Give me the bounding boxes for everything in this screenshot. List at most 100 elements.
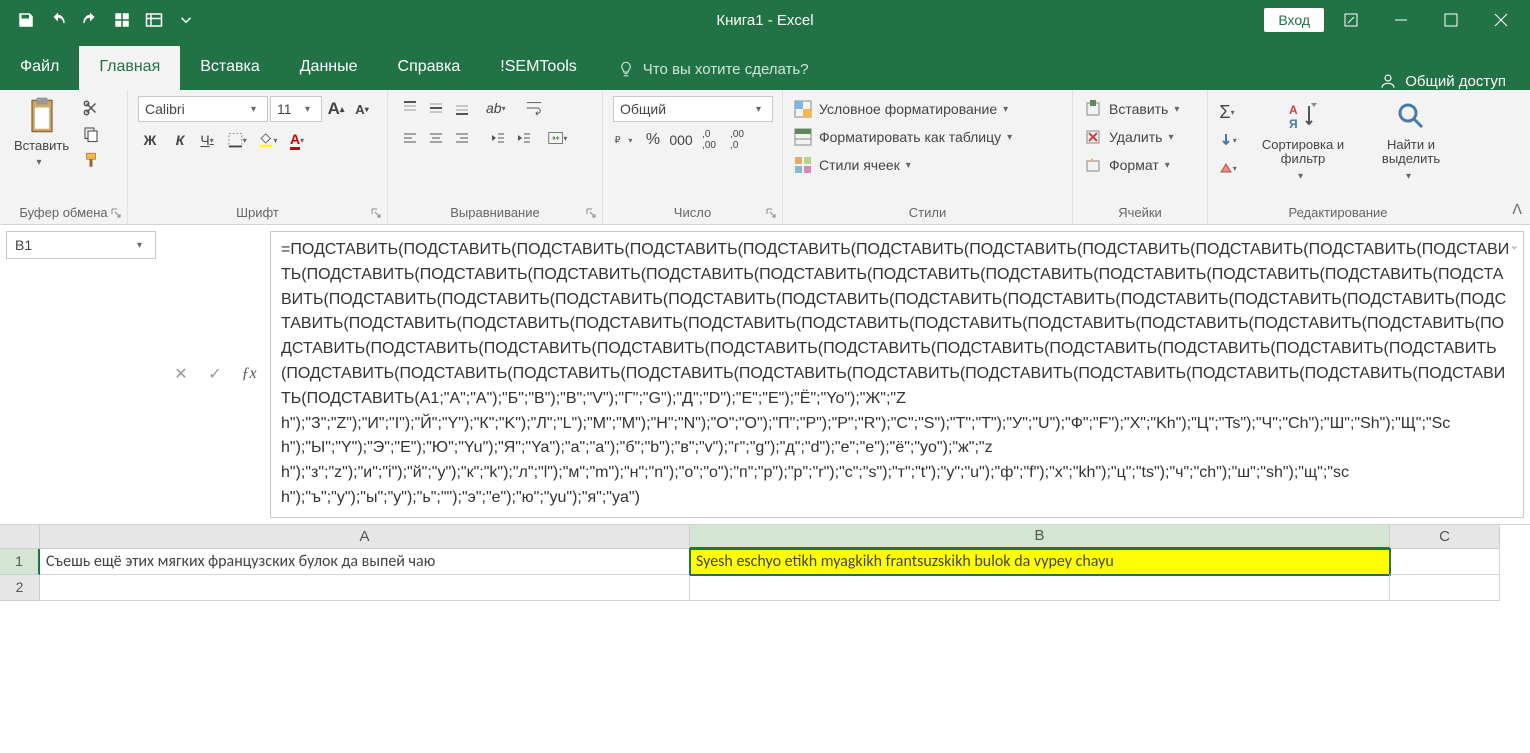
conditional-formatting-button[interactable]: Условное форматирование▾ (793, 96, 1013, 122)
ribbon: Вставить ▾ Буфер обмена Calibri▾ 11▾ A▴ … (0, 90, 1530, 225)
align-middle-button[interactable] (424, 96, 448, 120)
chevron-down-icon[interactable]: ▾ (137, 240, 147, 251)
font-name-combo[interactable]: Calibri▾ (138, 96, 268, 122)
share-button[interactable]: Общий доступ (1355, 72, 1530, 90)
font-dialog-launcher[interactable] (371, 208, 385, 222)
merge-button[interactable]: ▾ (548, 126, 572, 150)
bold-button[interactable]: Ж (138, 128, 162, 152)
editing-group-label: Редактирование (1218, 201, 1458, 220)
cut-button[interactable] (79, 96, 103, 120)
tab-home[interactable]: Главная (79, 46, 180, 90)
increase-indent-button[interactable] (512, 126, 536, 150)
decrease-decimal-button[interactable]: ,00,0 (725, 128, 749, 152)
cancel-formula-button[interactable]: ✕ (164, 360, 198, 388)
decrease-font-button[interactable]: A▾ (350, 97, 374, 121)
save-button[interactable] (12, 6, 40, 34)
lightbulb-icon (617, 60, 635, 78)
cell-b2[interactable] (690, 575, 1390, 601)
decrease-indent-button[interactable] (486, 126, 510, 150)
qat-table-button[interactable] (140, 6, 168, 34)
tab-data[interactable]: Данные (280, 46, 378, 90)
font-color-button[interactable]: A▾ (288, 128, 312, 152)
tell-me-search[interactable]: Что вы хотите сделать? (597, 48, 829, 90)
autosum-button[interactable]: Σ▾ (1218, 100, 1242, 124)
align-top-button[interactable] (398, 96, 422, 120)
undo-button[interactable] (44, 6, 72, 34)
formula-input[interactable]: =ПОДСТАВИТЬ(ПОДСТАВИТЬ(ПОДСТАВИТЬ(ПОДСТА… (270, 231, 1524, 518)
font-size-combo[interactable]: 11▾ (270, 96, 322, 122)
percent-button[interactable]: % (641, 128, 665, 152)
comma-style-button[interactable]: 000 (669, 128, 693, 152)
orientation-button[interactable]: ab▾ (486, 96, 510, 120)
tell-me-label: Что вы хотите сделать? (643, 61, 809, 78)
cell-a2[interactable] (40, 575, 690, 601)
cond-format-icon (793, 99, 813, 119)
alignment-dialog-launcher[interactable] (586, 208, 600, 222)
underline-button[interactable]: Ч▾ (198, 128, 222, 152)
tab-help[interactable]: Справка (378, 46, 481, 90)
format-painter-button[interactable] (79, 148, 103, 172)
cell-c1[interactable] (1390, 549, 1500, 575)
qat-more-button[interactable] (172, 6, 200, 34)
borders-button[interactable]: ▾ (228, 128, 252, 152)
cell-a1[interactable]: Съешь ещё этих мягких французских булок … (40, 549, 690, 575)
minimize-button[interactable] (1378, 5, 1424, 35)
copy-button[interactable] (79, 122, 103, 146)
collapse-ribbon-button[interactable]: ᐱ (1512, 201, 1522, 218)
ribbon-tabs: Файл Главная Вставка Данные Справка !SEM… (0, 40, 1530, 90)
formula-bar: B1▾ ✕ ✓ ƒx =ПОДСТАВИТЬ(ПОДСТАВИТЬ(ПОДСТА… (0, 225, 1530, 525)
clipboard-dialog-launcher[interactable] (111, 208, 125, 222)
redo-button[interactable] (76, 6, 104, 34)
align-right-button[interactable] (450, 126, 474, 150)
login-button[interactable]: Вход (1264, 8, 1324, 32)
italic-button[interactable]: К (168, 128, 192, 152)
format-cells-button[interactable]: Формат▾ (1083, 152, 1175, 178)
align-bottom-button[interactable] (450, 96, 474, 120)
column-header[interactable]: A (40, 525, 690, 549)
increase-font-button[interactable]: A▴ (324, 97, 348, 121)
fill-button[interactable]: ▾ (1218, 128, 1242, 152)
align-center-button[interactable] (424, 126, 448, 150)
clear-button[interactable]: ▾ (1218, 156, 1242, 180)
sort-filter-button[interactable]: AЯ Сортировка и фильтр▾ (1248, 96, 1358, 184)
row-header[interactable]: 1 (0, 549, 40, 575)
tab-file[interactable]: Файл (0, 46, 79, 90)
delete-cells-button[interactable]: Удалить▾ (1083, 124, 1178, 150)
close-button[interactable] (1478, 5, 1524, 35)
qat-custom-button[interactable] (108, 6, 136, 34)
align-left-button[interactable] (398, 126, 422, 150)
enter-formula-button[interactable]: ✓ (198, 360, 232, 388)
wrap-text-button[interactable] (522, 96, 546, 120)
insert-cells-button[interactable]: Вставить▾ (1083, 96, 1184, 122)
table-icon (793, 127, 813, 147)
tab-insert[interactable]: Вставка (180, 46, 279, 90)
ribbon-display-button[interactable] (1328, 5, 1374, 35)
number-format-combo[interactable]: Общий▾ (613, 96, 773, 122)
row-header[interactable]: 2 (0, 575, 40, 601)
cells-group-label: Ячейки (1083, 201, 1197, 220)
format-as-table-button[interactable]: Форматировать как таблицу▾ (793, 124, 1017, 150)
cell-c2[interactable] (1390, 575, 1500, 601)
select-all-button[interactable] (0, 525, 40, 549)
accounting-format-button[interactable]: ₽▾ (613, 128, 637, 152)
clipboard-group-label: Буфер обмена (10, 201, 117, 220)
svg-text:₽: ₽ (615, 135, 621, 145)
column-header[interactable]: C (1390, 525, 1500, 549)
paste-button[interactable]: Вставить ▾ (10, 96, 73, 170)
tab-semtools[interactable]: !SEMTools (480, 46, 596, 90)
cell-b1[interactable]: Syesh eschyo etikh myagkikh frantsuzskik… (690, 549, 1390, 575)
column-header[interactable]: B (690, 525, 1390, 549)
number-dialog-launcher[interactable] (766, 208, 780, 222)
fill-color-button[interactable]: ▾ (258, 128, 282, 152)
find-select-button[interactable]: Найти и выделить▾ (1364, 96, 1458, 184)
insert-function-button[interactable]: ƒx (232, 360, 266, 388)
expand-formula-bar-button[interactable]: ⌄ (1510, 238, 1519, 255)
name-box[interactable]: B1▾ (6, 231, 156, 259)
increase-decimal-button[interactable]: ,0,00 (697, 128, 721, 152)
maximize-button[interactable] (1428, 5, 1474, 35)
spreadsheet-grid: A B C 1 Съешь ещё этих мягких французски… (0, 525, 1530, 601)
insert-icon (1083, 99, 1103, 119)
styles-group-label: Стили (793, 201, 1062, 220)
number-group-label: Число (613, 201, 772, 220)
cell-styles-button[interactable]: Стили ячеек▾ (793, 152, 916, 178)
